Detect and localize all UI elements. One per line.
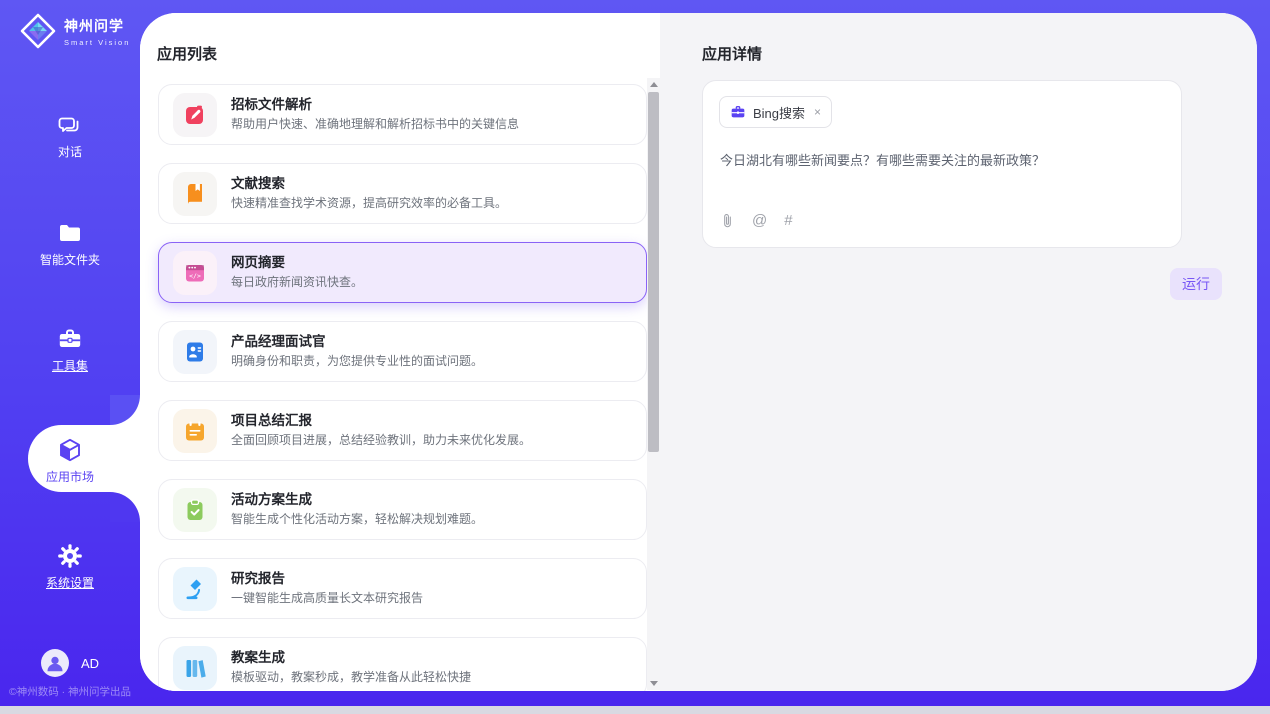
scrollbar-thumb[interactable] — [648, 92, 659, 452]
main-content: 应用列表 招标文件解析 帮助用户快速、准确地理解和解析招标书中的关键信息 文献搜… — [140, 13, 1257, 691]
sidebar-item-cube[interactable]: 应用市场 — [0, 437, 140, 495]
brand-subtitle: Smart Vision — [64, 38, 130, 47]
sidebar: 神州问学 Smart Vision 对话 智能文件夹 工具集 应用市场 系统设置 — [0, 0, 140, 706]
copyright-text: ©神州数码 · 神州问学出品 — [0, 684, 140, 699]
sidebar-item-label: 智能文件夹 — [40, 253, 100, 267]
sidebar-item-folder[interactable]: 智能文件夹 — [0, 220, 140, 278]
app-description: 帮助用户快速、准确地理解和解析招标书中的关键信息 — [231, 117, 519, 131]
chip-close-icon[interactable]: × — [814, 105, 821, 119]
sidebar-item-gear[interactable]: 系统设置 — [0, 543, 140, 601]
cube-icon — [57, 437, 83, 463]
microscope-icon — [173, 567, 217, 611]
svg-text:</>: </> — [189, 272, 201, 280]
app-window: 神州问学 Smart Vision 对话 智能文件夹 工具集 应用市场 系统设置 — [0, 0, 1270, 706]
app-list-item[interactable]: 招标文件解析 帮助用户快速、准确地理解和解析招标书中的关键信息 — [158, 84, 647, 145]
user-avatar-icon — [41, 649, 69, 677]
app-description: 模板驱动，教案秒成，教学准备从此轻松快捷 — [231, 670, 471, 684]
sidebar-item-label: 工具集 — [52, 359, 88, 373]
app-name: 产品经理面试官 — [231, 335, 483, 350]
app-description: 一键智能生成高质量长文本研究报告 — [231, 591, 423, 605]
app-description: 明确身份和职责，为您提供专业性的面试问题。 — [231, 354, 483, 368]
query-card: Bing搜索 × 今日湖北有哪些新闻要点？有哪些需要关注的最新政策？ @ # — [702, 80, 1182, 248]
scrollbar-down-arrow-icon[interactable] — [647, 677, 660, 690]
run-button[interactable]: 运行 — [1170, 268, 1222, 300]
app-name: 研究报告 — [231, 572, 423, 587]
edit-doc-icon — [173, 93, 217, 137]
sidebar-item-label: 应用市场 — [46, 470, 94, 484]
chat-icon — [57, 112, 83, 138]
app-name: 教案生成 — [231, 651, 471, 666]
app-list-item[interactable]: 产品经理面试官 明确身份和职责，为您提供专业性的面试问题。 — [158, 321, 647, 382]
app-list-item[interactable]: 文献搜索 快速精准查找学术资源，提高研究效率的必备工具。 — [158, 163, 647, 224]
query-input[interactable]: 今日湖北有哪些新闻要点？有哪些需要关注的最新政策？ — [720, 151, 1160, 171]
folder-icon — [57, 220, 83, 246]
app-name: 文献搜索 — [231, 177, 507, 192]
interview-icon — [173, 330, 217, 374]
web-window-icon: </> — [173, 251, 217, 295]
paperclip-icon[interactable] — [720, 212, 735, 229]
app-name: 招标文件解析 — [231, 98, 519, 113]
user-name: AD — [81, 656, 99, 671]
briefcase-icon — [730, 104, 746, 120]
sidebar-item-label: 系统设置 — [46, 576, 94, 590]
hash-tag-icon[interactable]: # — [784, 212, 792, 229]
brand-diamond-icon — [20, 13, 56, 49]
sidebar-notch-top — [110, 395, 140, 425]
app-list-item[interactable]: 活动方案生成 智能生成个性化活动方案，轻松解决规划难题。 — [158, 479, 647, 540]
brand-logo: 神州问学 Smart Vision — [20, 13, 130, 49]
app-name: 活动方案生成 — [231, 493, 483, 508]
user-row[interactable]: AD — [0, 646, 140, 680]
page-bottom-strip — [0, 706, 1270, 714]
toolbox-icon — [57, 326, 83, 352]
app-description: 每日政府新闻资讯快查。 — [231, 275, 363, 289]
app-name: 网页摘要 — [231, 256, 363, 271]
tool-chip-label: Bing搜索 — [753, 103, 805, 122]
app-list-scrollbar[interactable] — [647, 78, 660, 690]
sidebar-item-chat[interactable]: 对话 — [0, 112, 140, 170]
sidebar-item-label: 对话 — [58, 145, 82, 159]
sidebar-notch-bottom — [110, 492, 140, 522]
sidebar-item-toolbox[interactable]: 工具集 — [0, 326, 140, 384]
book-icon — [173, 172, 217, 216]
app-detail-title: 应用详情 — [702, 43, 762, 64]
scrollbar-up-arrow-icon[interactable] — [647, 78, 660, 91]
app-list-item[interactable]: 项目总结汇报 全面回顾项目进展，总结经验教训，助力未来优化发展。 — [158, 400, 647, 461]
app-list-panel: 应用列表 招标文件解析 帮助用户快速、准确地理解和解析招标书中的关键信息 文献搜… — [140, 13, 660, 691]
at-mention-icon[interactable]: @ — [752, 212, 767, 229]
brand-name: 神州问学 — [64, 18, 124, 34]
app-list-title: 应用列表 — [157, 43, 217, 64]
attachment-toolbar: @ # — [720, 212, 793, 229]
app-list-item[interactable]: </> 网页摘要 每日政府新闻资讯快查。 — [158, 242, 647, 303]
gear-icon — [57, 543, 83, 569]
app-list-item[interactable]: 教案生成 模板驱动，教案秒成，教学准备从此轻松快捷 — [158, 637, 647, 691]
app-name: 项目总结汇报 — [231, 414, 531, 429]
app-description: 快速精准查找学术资源，提高研究效率的必备工具。 — [231, 196, 507, 210]
app-description: 全面回顾项目进展，总结经验教训，助力未来优化发展。 — [231, 433, 531, 447]
clipboard-icon — [173, 488, 217, 532]
tool-chip-bing-search[interactable]: Bing搜索 × — [719, 96, 832, 128]
app-detail-panel: 应用详情 Bing搜索 × 今日湖北有哪些新闻要点？有哪些需要关注的最新政 — [660, 13, 1257, 691]
books-icon — [173, 646, 217, 690]
app-description: 智能生成个性化活动方案，轻松解决规划难题。 — [231, 512, 483, 526]
note-icon — [173, 409, 217, 453]
app-list-item[interactable]: 研究报告 一键智能生成高质量长文本研究报告 — [158, 558, 647, 619]
